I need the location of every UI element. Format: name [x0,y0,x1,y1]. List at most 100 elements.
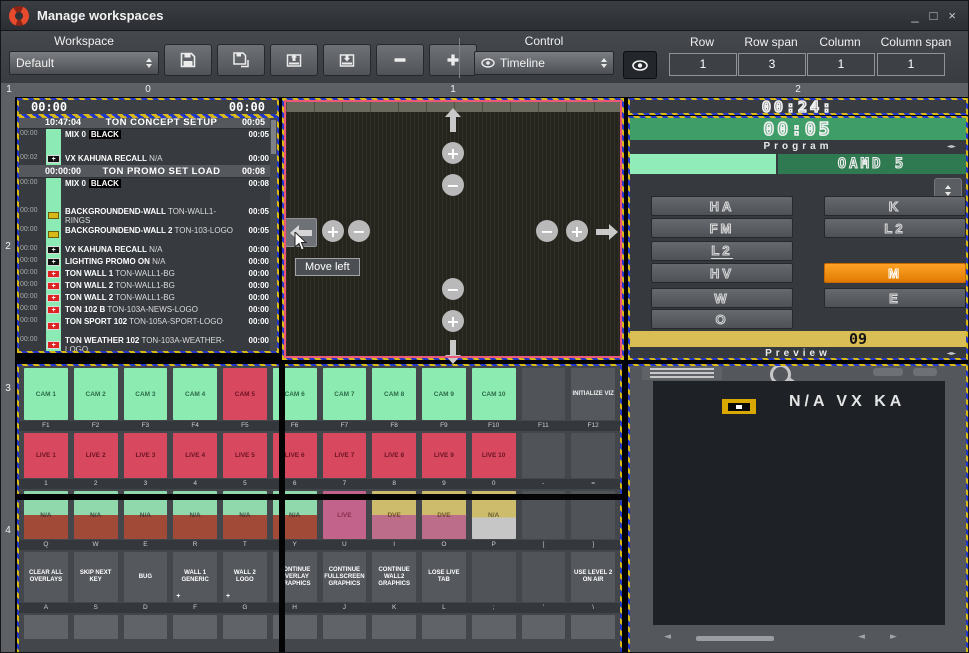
move-down-arrow-icon[interactable] [445,340,461,364]
import-workspace-button[interactable] [270,44,318,76]
shortcut-button-empty[interactable] [522,615,566,639]
playlist-item[interactable]: 00:00+TON WALL 1 TON-WALL1-BG00:00 [17,268,279,280]
switcher-panel[interactable]: 00:05 Program ◄► OAMD 5 HAFML2HVWOKL2ME … [628,116,968,360]
shortcut-button-empty[interactable] [74,615,118,639]
zoom-out-bottom-button[interactable]: − [442,278,464,300]
shortcut-button-empty[interactable] [124,615,168,639]
shortcut-button-live-9[interactable]: LIVE 9 [422,433,466,478]
zoom-in-bottom-button[interactable]: + [442,310,464,332]
playlist-item[interactable]: 00:00+TON SPORT 102 TON-105A-SPORT-LOGO0… [17,316,279,335]
shortcut-button-live-8[interactable]: LIVE 8 [372,433,416,478]
shortcut-button-cam-4[interactable]: CAM 4 [173,368,217,420]
shortcut-button-continue-fullscreen-graphics[interactable]: CONTINUE FULLSCREEN GRAPHICS [323,552,367,602]
switcher-key-l2[interactable]: L2 [824,218,966,238]
playlist-item[interactable]: 00:00+VX KAHUNA RECALL N/A00:00 [17,244,279,256]
program-source-bar[interactable] [630,154,776,174]
workspace-select[interactable]: Default [9,51,159,75]
row-span-field[interactable]: 3 [738,53,806,76]
shortcut-button-live-2[interactable]: LIVE 2 [74,433,118,478]
zoom-in-vertical-button[interactable]: + [442,142,464,164]
playlist-item[interactable]: 00:00BACKGROUNDEND-WALL 2 TON-103-LOGO00… [17,225,279,244]
playlist-item[interactable]: 00:00MIX 0BLACK00:05 [17,129,279,153]
shortcut-button-wall-1-generic[interactable]: WALL 1 GENERIC+ [173,552,217,602]
switcher-key-k[interactable]: K [824,196,966,216]
shortcut-button-live-3[interactable]: LIVE 3 [124,433,168,478]
shortcut-button-empty[interactable] [223,615,267,639]
zoom-out-vertical-button[interactable]: − [442,174,464,196]
list-tab[interactable] [642,366,722,380]
shortcut-button-live-10[interactable]: LIVE 10 [472,433,516,478]
shortcut-button-empty[interactable] [323,615,367,639]
shortcut-button-cam-7[interactable]: CAM 7 [323,368,367,420]
shortcut-button-empty[interactable] [522,368,566,420]
shortcut-button-cam-3[interactable]: CAM 3 [124,368,168,420]
shortcut-button-cam-2[interactable]: CAM 2 [74,368,118,420]
column-field[interactable]: 1 [807,53,875,76]
shortcut-button-live-5[interactable]: LIVE 5 [223,433,267,478]
remove-button[interactable] [376,44,424,76]
shortcut-button-empty[interactable] [522,433,566,478]
shortcut-button-cam-9[interactable]: CAM 9 [422,368,466,420]
maximize-button[interactable]: □ [930,1,938,31]
export-workspace-button[interactable] [323,44,371,76]
shortcut-button-bug[interactable]: BUG [124,552,168,602]
switcher-key-w[interactable]: W [651,288,793,308]
playlist-item[interactable]: 00:02+VX KAHUNA RECALL N/A00:00 [17,153,279,165]
add-button[interactable] [429,44,477,76]
shortcut-button-lose-live-tab[interactable]: LOSE LIVE TAB [422,552,466,602]
switcher-key-ha[interactable]: HA [651,196,793,216]
shortcut-button-empty[interactable] [522,552,566,602]
playlist-item[interactable]: 00:00+LIGHTING PROMO ON N/A00:00 [17,256,279,268]
close-button[interactable]: × [948,1,956,31]
shortcut-button-empty[interactable] [571,433,615,478]
rundown-playlist[interactable]: 10:47:04TON CONCEPT SETUP00:0500:00MIX 0… [17,116,279,353]
switcher-key-hv[interactable]: HV [651,263,793,283]
zoom-out-right-button[interactable]: − [536,220,558,242]
shortcut-button-wall-2-logo[interactable]: WALL 2 LOGO+ [223,552,267,602]
shortcut-button-empty[interactable] [571,615,615,639]
shortcut-button-cam-5[interactable]: CAM 5 [223,368,267,420]
switcher-key-m[interactable]: M [824,263,966,283]
shortcut-button-cam-8[interactable]: CAM 8 [372,368,416,420]
scroll-left-icon[interactable]: ◄ [858,632,865,642]
playlist-item[interactable]: 00:00+TON 102 B TON-103A-NEWS-LOGO00:00 [17,304,279,316]
row-field[interactable]: 1 [669,53,737,76]
shortcut-panel[interactable]: CAM 1CAM 2CAM 3CAM 4CAM 5CAM 6CAM 7CAM 8… [17,364,622,653]
shortcut-button-cam-1[interactable]: CAM 1 [24,368,68,420]
shortcut-button-live-1[interactable]: LIVE 1 [24,433,68,478]
viz-scrollbar[interactable]: ◄ ◄ ► [628,630,968,648]
preview-eye-toggle[interactable] [623,51,657,79]
shortcut-button-use-level-2-on-air[interactable]: USE LEVEL 2 ON AIR [571,552,615,602]
shortcut-button-continue-wall2-graphics[interactable]: CONTINUE WALL2 GRAPHICS [372,552,416,602]
shortcut-button-live-4[interactable]: LIVE 4 [173,433,217,478]
timeline-control[interactable]: + − + − − + − + Move left [282,98,624,360]
shortcut-button-empty[interactable] [173,615,217,639]
switcher-key-o[interactable]: O [651,309,793,329]
shortcut-button-clear-all-overlays[interactable]: CLEAR ALL OVERLAYS [24,552,68,602]
scroll-right-icon[interactable]: ► [890,632,897,642]
scrollbar-thumb[interactable] [696,636,774,641]
shortcut-button-empty[interactable] [24,615,68,639]
shortcut-button-live-7[interactable]: LIVE 7 [323,433,367,478]
playlist-item[interactable]: 00:00BACKGROUNDEND-WALL TON-WALL1-RINGS0… [17,206,279,225]
viz-preview-panel[interactable]: N/A VX KA ◄ ◄ ► [628,364,968,653]
move-up-arrow-icon[interactable] [445,108,461,132]
zoom-out-left-button[interactable]: − [348,220,370,242]
control-select[interactable]: Timeline [474,51,614,75]
switcher-key-l2[interactable]: L2 [651,241,793,261]
playlist-item[interactable]: 00:00+TON WEATHER 102 TON-103A-WEATHER-L… [17,335,279,353]
save-workspace-as-button[interactable] [217,44,265,76]
playlist-group-header[interactable]: 00:00:00TON PROMO SET LOAD00:08 [17,165,279,178]
shortcut-button-empty[interactable] [372,615,416,639]
scroll-left-icon[interactable]: ◄ [664,632,671,642]
zoom-in-right-button[interactable]: + [566,220,588,242]
playlist-item[interactable]: 00:00MIX 0BLACK00:08 [17,178,279,206]
shortcut-button-skip-next-key[interactable]: SKIP NEXT KEY [74,552,118,602]
shortcut-button-cam-10[interactable]: CAM 10 [472,368,516,420]
switcher-key-e[interactable]: E [824,288,966,308]
save-workspace-button[interactable] [164,44,212,76]
shortcut-button-initialize-viz[interactable]: INITIALIZE VIZ [571,368,615,420]
shortcut-button-empty[interactable] [472,615,516,639]
zoom-in-left-button[interactable]: + [322,220,344,242]
minimize-button[interactable]: _ [911,1,918,31]
